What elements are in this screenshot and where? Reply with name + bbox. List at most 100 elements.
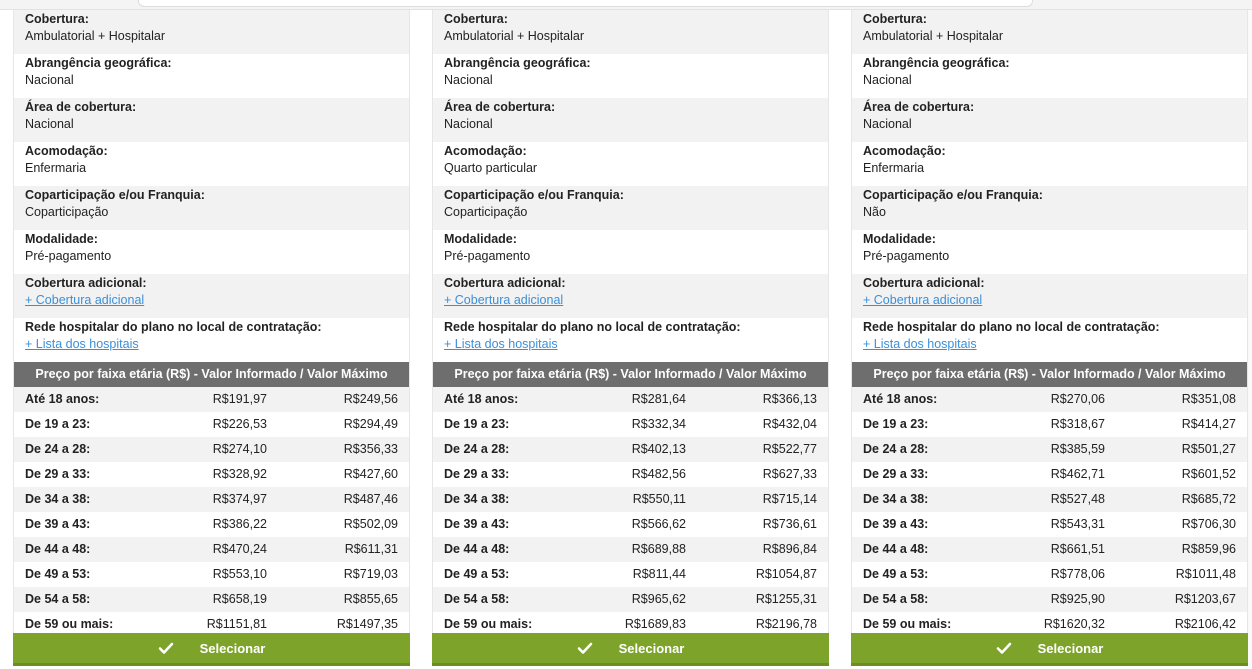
age-range-label: De 29 a 33: <box>444 467 510 481</box>
abrangencia-value: Nacional <box>25 73 74 87</box>
select-button-label: Selecionar <box>618 640 685 656</box>
rede-hospitalar-link[interactable]: + Lista dos hospitais <box>863 336 1247 353</box>
price-table-header: Preço por faixa etária (R$) - Valor Info… <box>14 362 409 387</box>
valor-maximo: R$432,04 <box>762 417 817 431</box>
select-plan-button[interactable]: Selecionar <box>432 633 829 666</box>
plan-details: Cobertura: Ambulatorial + Hospitalar Abran… <box>851 10 1248 637</box>
age-range-label: De 49 a 53: <box>444 567 510 581</box>
rede-hospitalar-link[interactable]: + Lista dos hospitais <box>444 336 828 353</box>
cobertura-adicional-label: Cobertura adicional: <box>444 276 566 290</box>
abrangencia-label: Abrangência geográfica: <box>863 56 1010 70</box>
valor-informado: R$811,44 <box>632 567 686 581</box>
age-range-label: De 29 a 33: <box>25 467 91 481</box>
valor-informado: R$281,64 <box>631 392 686 406</box>
valor-maximo: R$859,96 <box>1181 542 1236 556</box>
info-row-acomodacao: Acomodação: Enfermaria <box>14 142 409 186</box>
price-row: De 44 a 48: R$661,51 R$859,96 <box>852 537 1247 562</box>
valor-maximo: R$351,08 <box>1181 392 1236 406</box>
area-cobertura-value: Nacional <box>444 117 493 131</box>
price-row: Até 18 anos: R$270,06 R$351,08 <box>852 387 1247 412</box>
info-row-acomodacao: Acomodação: Quarto particular <box>433 142 828 186</box>
info-row-modalidade: Modalidade: Pré-pagamento <box>14 230 409 274</box>
info-row-area-cobertura: Área de cobertura: Nacional <box>14 98 409 142</box>
acomodacao-label: Acomodação: <box>25 144 108 158</box>
valor-informado: R$374,97 <box>212 492 267 506</box>
select-button-label: Selecionar <box>199 640 266 656</box>
valor-informado: R$328,92 <box>212 467 267 481</box>
price-row: De 44 a 48: R$470,24 R$611,31 <box>14 537 409 562</box>
cobertura-label: Cobertura: <box>444 12 508 26</box>
cobertura-adicional-link[interactable]: + Cobertura adicional <box>25 292 409 309</box>
cobertura-adicional-link[interactable]: + Cobertura adicional <box>444 292 828 309</box>
info-row-modalidade: Modalidade: Pré-pagamento <box>852 230 1247 274</box>
age-range-label: De 19 a 23: <box>25 417 91 431</box>
coparticipacao-value: Não <box>863 205 886 219</box>
valor-maximo: R$366,13 <box>762 392 817 406</box>
valor-maximo: R$1203,67 <box>1174 592 1236 606</box>
area-cobertura-label: Área de cobertura: <box>25 100 137 114</box>
acomodacao-label: Acomodação: <box>863 144 946 158</box>
check-icon <box>996 642 1011 654</box>
valor-maximo: R$487,46 <box>343 492 398 506</box>
valor-maximo: R$1255,31 <box>755 592 817 606</box>
price-row: De 29 a 33: R$482,56 R$627,33 <box>433 462 828 487</box>
area-cobertura-value: Nacional <box>25 117 74 131</box>
age-range-label: De 34 a 38: <box>863 492 929 506</box>
address-bar-edge <box>138 0 1033 7</box>
price-row: De 49 a 53: R$553,10 R$719,03 <box>14 562 409 587</box>
price-row: De 54 a 58: R$658,19 R$855,65 <box>14 587 409 612</box>
cobertura-label: Cobertura: <box>25 12 89 26</box>
price-row: Até 18 anos: R$191,97 R$249,56 <box>14 387 409 412</box>
valor-maximo: R$1011,48 <box>1175 567 1236 581</box>
valor-maximo: R$249,56 <box>343 392 398 406</box>
valor-maximo: R$502,09 <box>343 517 398 531</box>
price-row: De 39 a 43: R$566,62 R$736,61 <box>433 512 828 537</box>
area-cobertura-label: Área de cobertura: <box>444 100 556 114</box>
coparticipacao-label: Coparticipação e/ou Franquia: <box>25 188 205 202</box>
valor-maximo: R$706,30 <box>1181 517 1236 531</box>
valor-informado: R$402,13 <box>631 442 686 456</box>
select-plan-button[interactable]: Selecionar <box>851 633 1248 666</box>
valor-informado: R$689,88 <box>631 542 686 556</box>
valor-maximo: R$356,33 <box>343 442 398 456</box>
valor-maximo: R$736,61 <box>762 517 817 531</box>
age-range-label: Até 18 anos: <box>444 392 519 406</box>
abrangencia-label: Abrangência geográfica: <box>25 56 172 70</box>
age-range-label: De 39 a 43: <box>863 517 929 531</box>
valor-informado: R$661,51 <box>1050 542 1105 556</box>
info-row-cobertura: Cobertura: Ambulatorial + Hospitalar <box>14 10 409 54</box>
valor-informado: R$274,10 <box>212 442 267 456</box>
rede-hospitalar-link[interactable]: + Lista dos hospitais <box>25 336 409 353</box>
rede-hospitalar-label: Rede hospitalar do plano no local de con… <box>444 320 741 334</box>
valor-informado: R$566,62 <box>631 517 686 531</box>
valor-maximo: R$601,52 <box>1181 467 1236 481</box>
price-row: De 19 a 23: R$226,53 R$294,49 <box>14 412 409 437</box>
select-plan-button[interactable]: Selecionar <box>13 633 410 666</box>
cobertura-adicional-link[interactable]: + Cobertura adicional <box>863 292 1247 309</box>
valor-maximo: R$294,49 <box>343 417 398 431</box>
area-cobertura-label: Área de cobertura: <box>863 100 975 114</box>
valor-informado: R$550,11 <box>632 492 686 506</box>
valor-maximo: R$627,33 <box>762 467 817 481</box>
price-row: Até 18 anos: R$281,64 R$366,13 <box>433 387 828 412</box>
age-range-label: De 44 a 48: <box>444 542 510 556</box>
price-row: De 29 a 33: R$462,71 R$601,52 <box>852 462 1247 487</box>
valor-informado: R$191,97 <box>212 392 267 406</box>
rede-hospitalar-label: Rede hospitalar do plano no local de con… <box>25 320 322 334</box>
modalidade-value: Pré-pagamento <box>444 249 531 263</box>
area-cobertura-value: Nacional <box>863 117 912 131</box>
valor-informado: R$925,90 <box>1050 592 1105 606</box>
age-range-label: De 24 a 28: <box>444 442 510 456</box>
acomodacao-value: Quarto particular <box>444 161 538 175</box>
valor-informado: R$226,53 <box>212 417 267 431</box>
age-range-label: De 29 a 33: <box>863 467 929 481</box>
price-row: De 24 a 28: R$385,59 R$501,27 <box>852 437 1247 462</box>
price-row: De 19 a 23: R$318,67 R$414,27 <box>852 412 1247 437</box>
valor-maximo: R$611,31 <box>344 542 398 556</box>
age-range-label: De 54 a 58: <box>863 592 929 606</box>
valor-maximo: R$501,27 <box>1181 442 1236 456</box>
info-row-coparticipacao: Coparticipação e/ou Franquia: Não <box>852 186 1247 230</box>
coparticipacao-value: Coparticipação <box>25 205 109 219</box>
age-range-label: De 34 a 38: <box>25 492 91 506</box>
valor-maximo: R$1054,87 <box>755 567 817 581</box>
